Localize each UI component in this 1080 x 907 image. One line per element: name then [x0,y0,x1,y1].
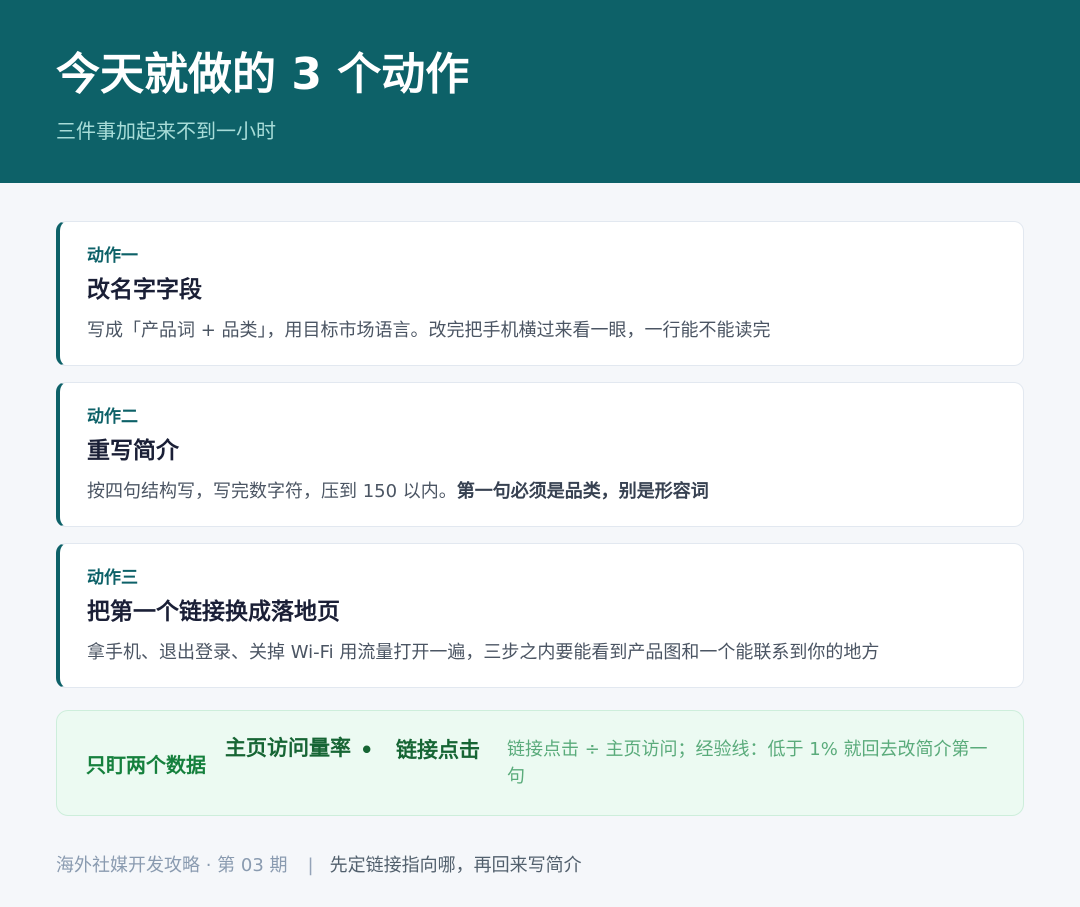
action-title: 重写简介 [87,438,179,464]
action-card-1: 动作一 改名字字段 写成「产品词 + 品类」，用目标市场语言。改完把手机横过来看… [56,221,1024,366]
action-title: 改名字字段 [87,277,202,303]
metrics-panel: 只盯两个数据 主页访问量率 • 链接点击 链接点击 ÷ 主页访问；经验线：低于 … [56,710,1024,816]
action-tag: 动作一 [87,246,138,266]
metric-link-clicks: 链接点击 [396,738,480,762]
metrics-note: 链接点击 ÷ 主页访问；经验线：低于 1% 就回去改简介第一句 [507,739,988,787]
action-description-text: 拿手机、退出登录、关掉 Wi-Fi 用流量打开一遍，三步之内要能看到产品图和一个… [87,642,880,663]
footer-motto: 先定链接指向哪，再回来写简介 [329,855,582,876]
page-subtitle: 三件事加起来不到一小时 [56,119,276,143]
metric-separator-dot: • [360,738,374,762]
action-card-3: 动作三 把第一个链接换成落地页 拿手机、退出登录、关掉 Wi-Fi 用流量打开一… [56,543,1024,688]
footer-divider: | [307,855,314,876]
action-description-emphasis: 第一句必须是品类，别是形容词 [456,481,709,502]
action-tag: 动作二 [87,407,138,427]
page-title: 今天就做的 3 个动作 [56,49,470,100]
action-title: 把第一个链接换成落地页 [87,599,340,625]
action-card-2: 动作二 重写简介 按四句结构写，写完数字符，压到 150 以内。第一句必须是品类… [56,382,1024,527]
footer: 海外社媒开发攻略 · 第 03 期 | 先定链接指向哪，再回来写简介 [56,850,582,882]
action-description-text: 写成「产品词 + 品类」，用目标市场语言。改完把手机横过来看一眼，一行能不能读完 [87,320,771,341]
action-description: 写成「产品词 + 品类」，用目标市场语言。改完把手机横过来看一眼，一行能不能读完 [87,316,771,346]
metric-homepage-visits: 主页访问量率 [225,736,351,760]
action-description-text: 按四句结构写，写完数字符，压到 150 以内。 [87,481,457,502]
header-banner: 今天就做的 3 个动作 三件事加起来不到一小时 [0,0,1080,183]
footer-series: 海外社媒开发攻略 · 第 03 期 [56,855,288,876]
metrics-label: 只盯两个数据 [86,753,206,777]
action-description: 拿手机、退出登录、关掉 Wi-Fi 用流量打开一遍，三步之内要能看到产品图和一个… [87,638,879,668]
action-tag: 动作三 [87,568,138,588]
action-description: 按四句结构写，写完数字符，压到 150 以内。第一句必须是品类，别是形容词 [87,477,709,507]
